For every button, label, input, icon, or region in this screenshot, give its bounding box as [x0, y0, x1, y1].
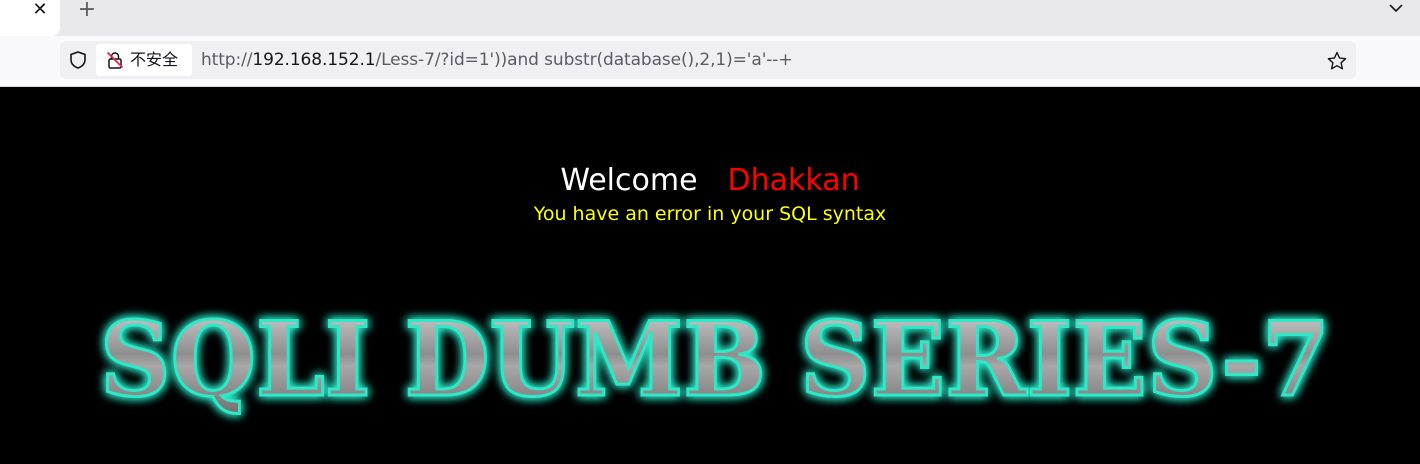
security-label: 不安全 [130, 50, 179, 69]
insecure-lock-icon [106, 51, 124, 69]
tab-bar: ✕ + [0, 0, 1420, 36]
close-icon[interactable]: ✕ [30, 0, 50, 20]
url-scheme: http:// [201, 50, 253, 70]
active-tab[interactable]: ✕ [0, 0, 60, 36]
page-content: Welcome Dhakkan You have an error in your… [0, 87, 1420, 464]
star-icon[interactable] [1326, 50, 1348, 72]
welcome-text: Welcome [560, 163, 698, 198]
user-name: Dhakkan [727, 163, 860, 198]
plus-icon[interactable]: + [76, 0, 98, 22]
url-host: 192.168.152.1 [252, 50, 376, 70]
url-path: /Less-7/?id=1'))and substr(database(),2,… [375, 50, 793, 70]
chevron-down-icon[interactable] [1386, 0, 1406, 18]
url-input[interactable]: http://192.168.152.1/Less-7/?id=1'))and … [201, 50, 793, 70]
banner-image: SQLI DUMB SERIES-7 [99, 299, 1332, 422]
error-message: You have an error in your SQL syntax [533, 203, 887, 225]
navigation-bar: 不安全 http://192.168.152.1/Less-7/?id=1'))… [0, 36, 1420, 87]
shield-icon[interactable] [68, 50, 88, 70]
welcome-line: Welcome Dhakkan [0, 163, 1420, 199]
security-indicator[interactable]: 不安全 [96, 44, 192, 76]
url-bar[interactable]: 不安全 http://192.168.152.1/Less-7/?id=1'))… [60, 41, 1356, 79]
banner-text: SQLI DUMB SERIES-7 [100, 300, 1330, 420]
